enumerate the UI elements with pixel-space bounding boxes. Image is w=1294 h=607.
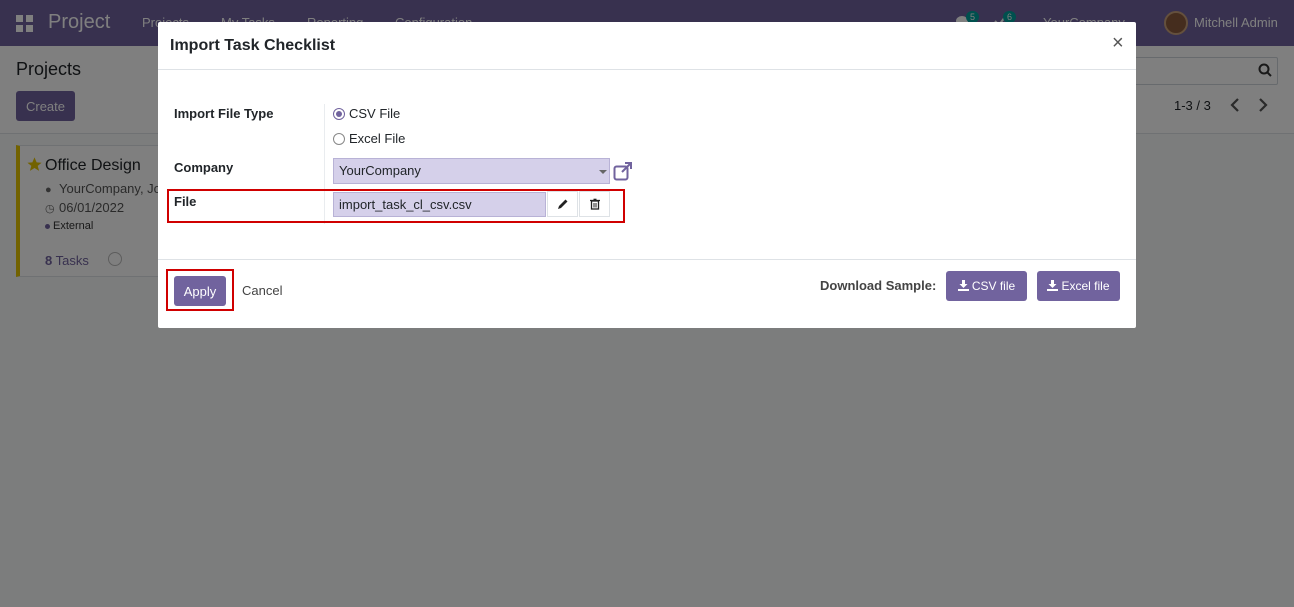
apply-button-highlight	[166, 269, 234, 311]
radio-csv-label[interactable]: CSV File	[349, 106, 400, 121]
download-icon	[1047, 280, 1059, 291]
radio-checked-icon[interactable]	[333, 108, 345, 120]
import-dialog: Import Task Checklist × Import File Type…	[158, 22, 1136, 328]
external-link-icon[interactable]	[613, 161, 633, 181]
radio-unchecked-icon[interactable]	[333, 133, 345, 145]
company-label: Company	[174, 160, 234, 175]
cancel-button[interactable]: Cancel	[242, 283, 282, 298]
modal-header: Import Task Checklist ×	[158, 22, 1136, 70]
radio-csv-option[interactable]: CSV File	[333, 106, 400, 121]
download-excel-label[interactable]: Excel file	[1061, 279, 1109, 293]
caret-down-icon[interactable]	[599, 170, 607, 174]
import-file-type-label: Import File Type	[174, 106, 274, 121]
download-icon	[957, 280, 969, 291]
radio-excel-label[interactable]: Excel File	[349, 131, 405, 146]
close-icon[interactable]: ×	[1112, 33, 1124, 53]
radio-excel-option[interactable]: Excel File	[333, 131, 405, 146]
download-excel-button[interactable]: Excel file	[1037, 271, 1120, 301]
modal-title: Import Task Checklist	[170, 37, 336, 54]
download-csv-label[interactable]: CSV file	[972, 279, 1015, 293]
download-csv-button[interactable]: CSV file	[946, 271, 1027, 301]
footer-divider	[158, 259, 1136, 260]
file-row-highlight	[167, 189, 625, 223]
company-select[interactable]: YourCompany	[333, 158, 610, 184]
download-sample-label: Download Sample:	[820, 278, 937, 293]
